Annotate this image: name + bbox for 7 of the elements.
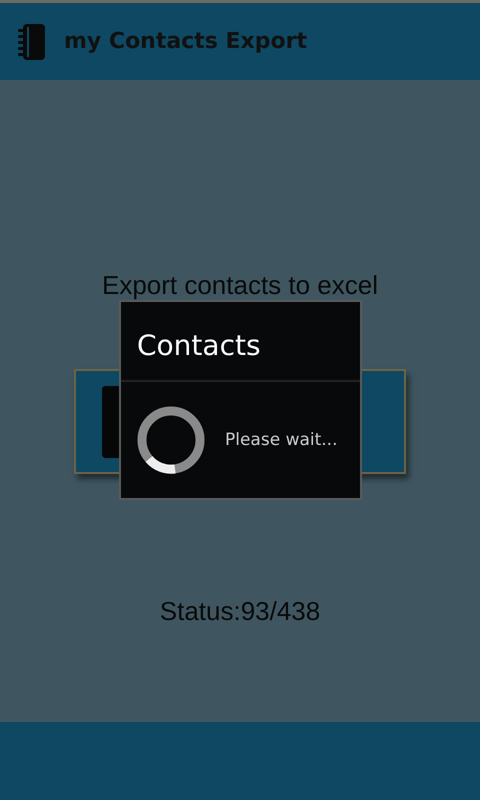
dialog-message: Please wait... <box>225 430 338 450</box>
app-title: my Contacts Export <box>64 29 307 54</box>
dialog-title: Contacts <box>121 302 360 382</box>
spinner-icon <box>135 404 207 476</box>
status-text: Status:93/438 <box>160 596 320 627</box>
heading: Export contacts to excel <box>102 270 378 301</box>
notebook-icon <box>18 22 46 60</box>
